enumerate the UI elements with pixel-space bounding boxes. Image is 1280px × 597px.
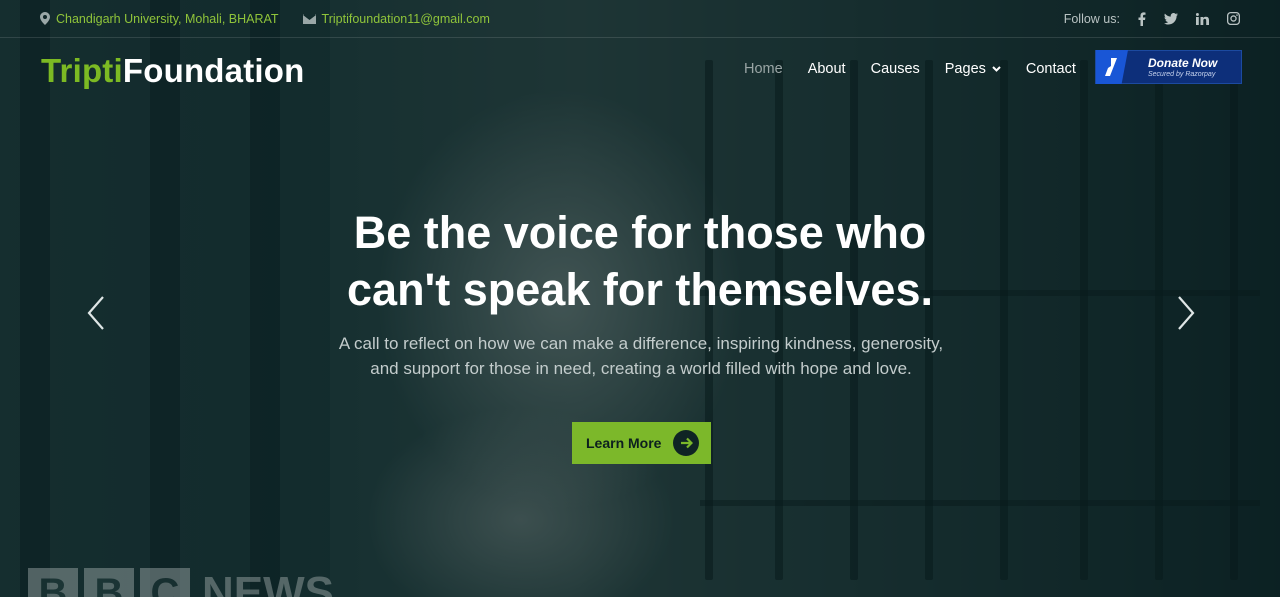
news-watermark: B B C NEWS (28, 568, 334, 597)
envelope-icon (302, 13, 316, 24)
donate-text: Donate Now Secured by Razorpay (1148, 57, 1217, 78)
main-nav: Home About Causes Pages Contact (744, 61, 1076, 77)
linkedin-icon[interactable] (1196, 12, 1209, 25)
social-links: Follow us: (1064, 12, 1240, 26)
hero-subtitle-line1: A call to reflect on how we can make a d… (338, 334, 944, 353)
hero-headline-line2: can't speak for themselves. (347, 264, 933, 315)
email-link[interactable]: Triptifoundation11@gmail.com (322, 12, 490, 26)
nav-about[interactable]: About (808, 61, 846, 77)
facebook-icon[interactable] (1138, 11, 1146, 26)
hero-headline-line1: Be the voice for those who (353, 207, 927, 258)
follow-label: Follow us: (1063, 11, 1120, 26)
learn-more-label: Learn More (586, 435, 662, 451)
chevron-right-icon (1178, 296, 1195, 330)
donate-title: Donate Now (1148, 55, 1218, 70)
nav-pages-label: Pages (944, 61, 986, 77)
arrow-right-icon (673, 430, 700, 456)
donate-now-button[interactable]: Donate Now Secured by Razorpay (1095, 50, 1242, 84)
site-logo[interactable]: TriptiFoundation (41, 52, 305, 90)
donate-subtitle: Secured by Razorpay (1148, 70, 1216, 78)
hero-subtitle-line2: and support for those in need, creating … (370, 359, 912, 378)
address-info: Chandigarh University, Mohali, BHARAT (40, 12, 279, 26)
instagram-icon[interactable] (1227, 12, 1240, 25)
nav-contact[interactable]: Contact (1026, 61, 1076, 77)
chevron-left-icon (87, 296, 104, 330)
chevron-down-icon (992, 66, 1001, 72)
learn-more-button[interactable]: Learn More (572, 422, 711, 464)
logo-part-foundation: Foundation (122, 52, 305, 89)
nav-home[interactable]: Home (744, 61, 783, 77)
nav-pages[interactable]: Pages (945, 61, 1001, 77)
map-pin-icon (40, 12, 50, 25)
hero-headline: Be the voice for those who can't speak f… (240, 204, 1040, 318)
carousel-prev-button[interactable] (84, 295, 108, 331)
hero-subtitle: A call to reflect on how we can make a d… (300, 331, 982, 381)
top-info-bar: Chandigarh University, Mohali, BHARAT Tr… (0, 0, 1280, 38)
logo-part-tripti: Tripti (41, 52, 123, 89)
razorpay-logo-icon (1096, 50, 1128, 84)
twitter-icon[interactable] (1164, 12, 1178, 25)
email-info[interactable]: Triptifoundation11@gmail.com (302, 12, 490, 26)
nav-causes[interactable]: Causes (871, 61, 920, 77)
address-text: Chandigarh University, Mohali, BHARAT (56, 11, 279, 26)
carousel-next-button[interactable] (1174, 295, 1198, 331)
